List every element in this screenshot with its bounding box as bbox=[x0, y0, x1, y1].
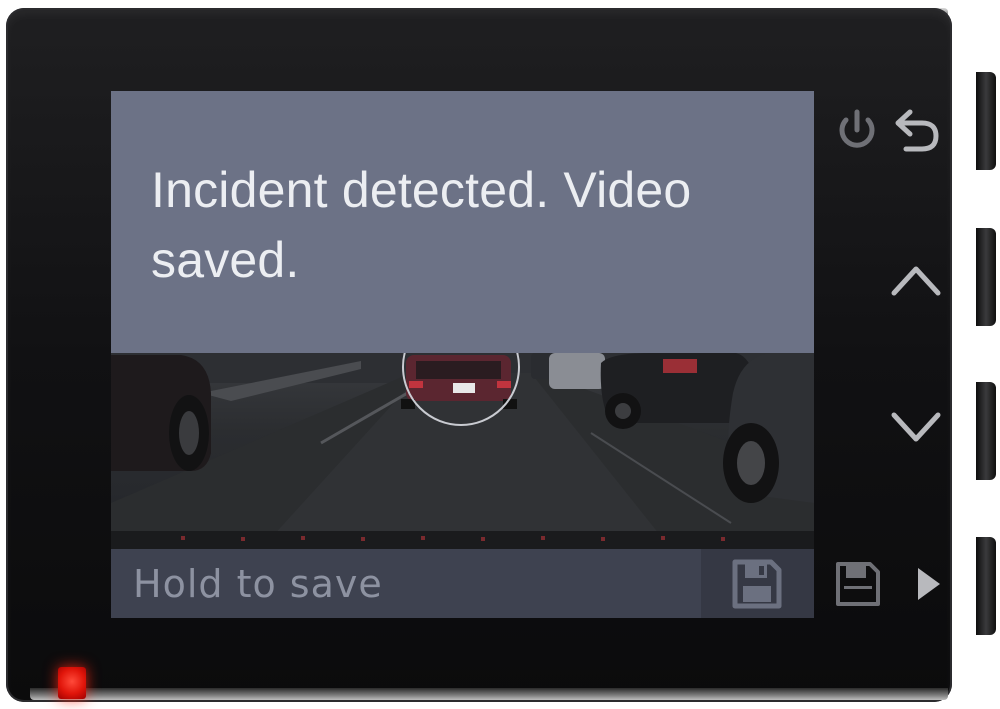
device-bottom-edge bbox=[30, 688, 948, 700]
save-icon bbox=[732, 559, 782, 609]
chevron-down-icon bbox=[891, 412, 941, 442]
side-button-down[interactable] bbox=[976, 382, 996, 480]
incident-notification: Incident detected. Video saved. bbox=[111, 91, 814, 353]
save-action-area[interactable] bbox=[701, 549, 814, 618]
camera-feed bbox=[111, 353, 814, 549]
save-icon bbox=[836, 562, 880, 606]
back-icon bbox=[895, 109, 939, 152]
play-icon bbox=[918, 568, 940, 600]
side-button-back[interactable] bbox=[976, 72, 996, 170]
incident-message: Incident detected. Video saved. bbox=[151, 162, 692, 288]
chevron-up-icon bbox=[891, 266, 941, 296]
side-button-up[interactable] bbox=[976, 228, 996, 326]
side-button-play[interactable] bbox=[976, 537, 996, 635]
power-icon bbox=[839, 109, 875, 148]
display-screen: Incident detected. Video saved. Hold to … bbox=[111, 91, 814, 618]
status-led bbox=[58, 667, 86, 699]
road-scene-image bbox=[111, 353, 814, 549]
hold-to-save-label: Hold to save bbox=[133, 562, 383, 606]
save-prompt-bar: Hold to save bbox=[111, 549, 814, 618]
